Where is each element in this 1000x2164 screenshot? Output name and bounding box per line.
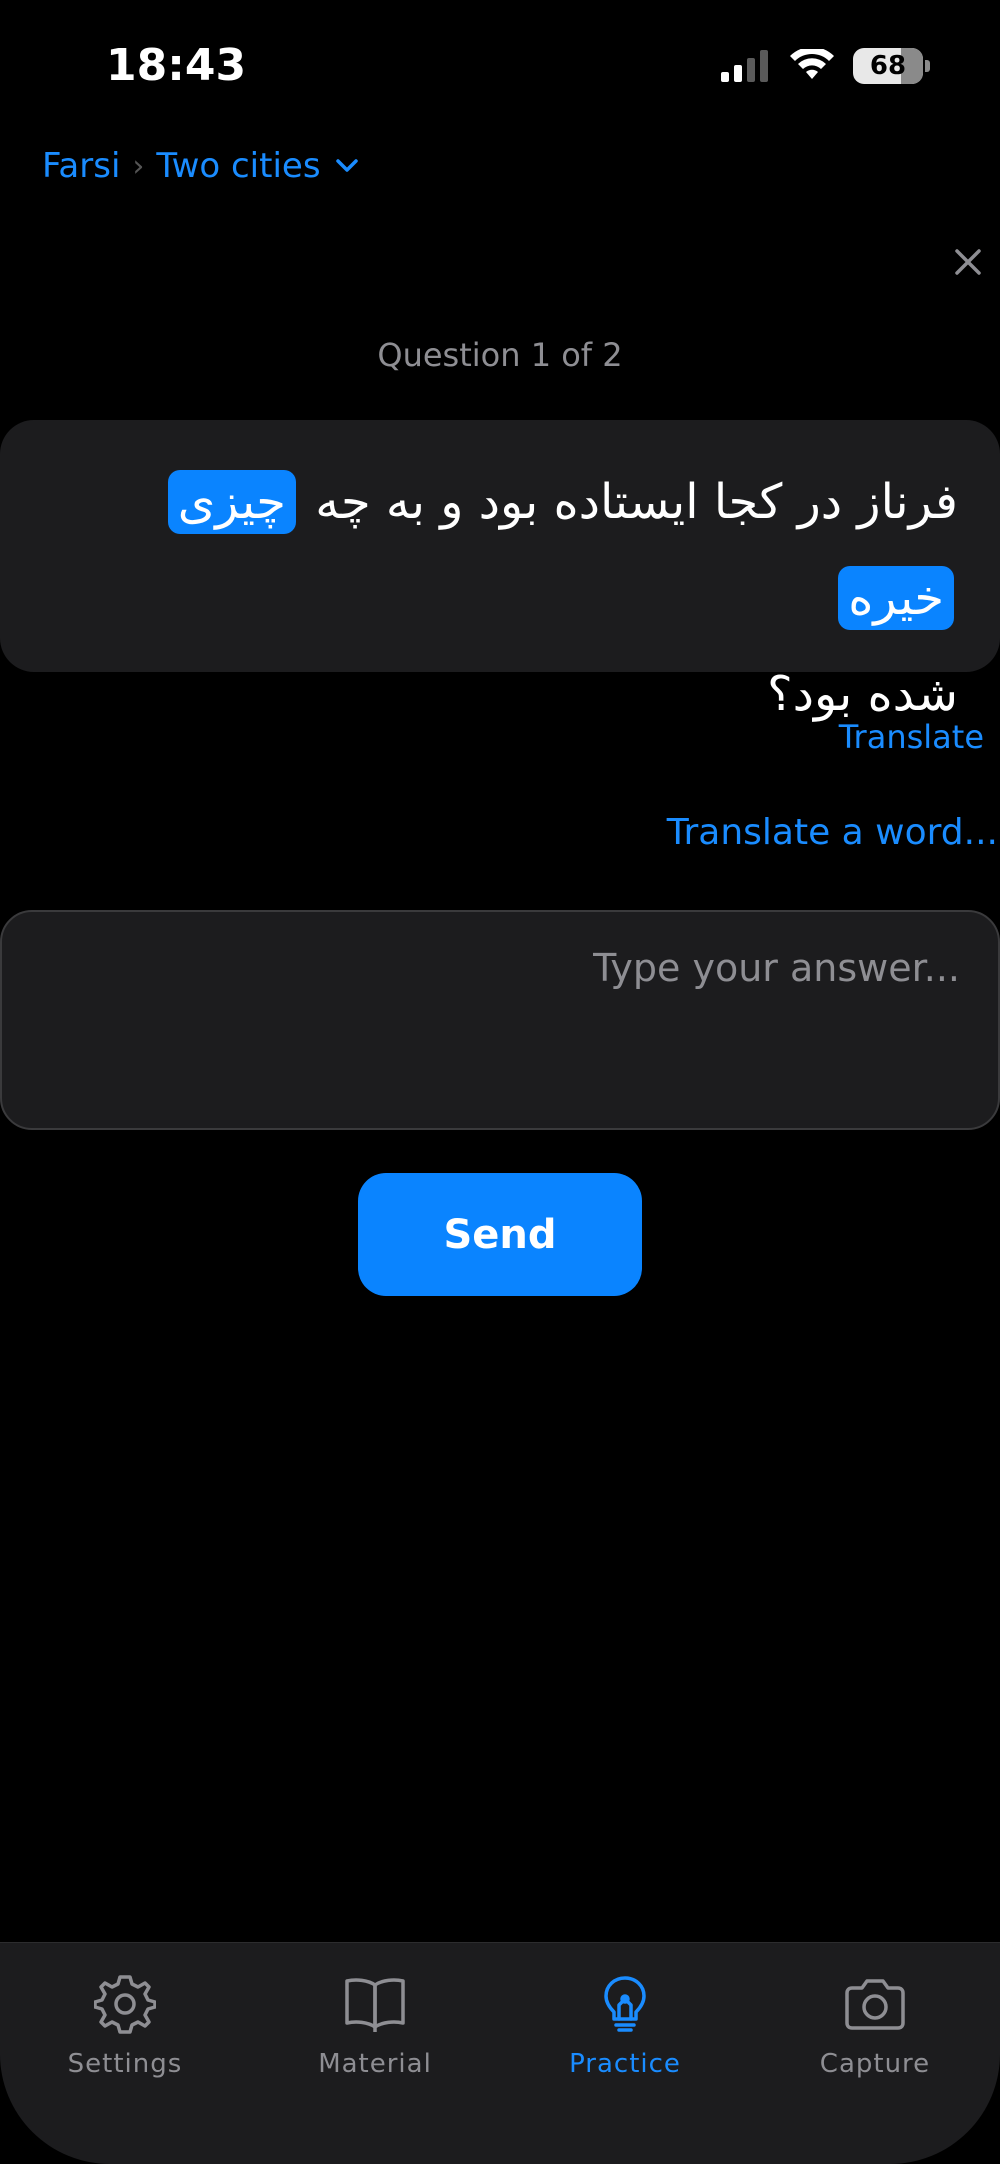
gear-icon [94, 1975, 156, 2034]
book-icon [345, 1978, 405, 2032]
tab-settings-label: Settings [67, 2049, 183, 2079]
tab-material[interactable]: Material [250, 1943, 500, 2164]
tab-practice[interactable]: Practice [500, 1943, 750, 2164]
battery-level: 68 [869, 51, 907, 81]
breadcrumb-separator: › [132, 148, 145, 184]
question-text: فرناز در کجا ایستاده بود و به چه چیزی خی… [42, 454, 958, 646]
cellular-signal-icon [721, 50, 768, 82]
question-counter: Question 1 of 2 [377, 336, 623, 374]
breadcrumb: Farsi › Two cities [42, 146, 359, 186]
chevron-down-icon[interactable] [335, 158, 359, 174]
breadcrumb-lesson[interactable]: Two cities [156, 146, 320, 186]
highlighted-word-khire[interactable]: خیره [838, 566, 954, 630]
status-time: 18:43 [106, 40, 247, 91]
camera-icon [845, 1979, 905, 2030]
tab-bar: Settings Material Practice Capture [0, 1942, 1000, 2164]
tab-material-label: Material [318, 2049, 432, 2079]
question-card: فرناز در کجا ایستاده بود و به چه چیزی خی… [0, 420, 1000, 722]
tab-capture-label: Capture [819, 2049, 931, 2079]
tab-capture[interactable]: Capture [750, 1943, 1000, 2164]
tab-practice-label: Practice [569, 2049, 681, 2079]
battery-icon: 68 [853, 48, 923, 84]
translate-word-link[interactable]: Translate a word... [667, 812, 998, 853]
status-indicators: 68 [721, 46, 930, 86]
send-button[interactable]: Send [358, 1173, 642, 1296]
tab-settings[interactable]: Settings [0, 1943, 250, 2164]
translate-link[interactable]: Translate [839, 718, 984, 756]
answer-box [0, 910, 1000, 1130]
answer-input[interactable] [2, 912, 998, 1128]
highlighted-word-chizi[interactable]: چیزی [167, 470, 296, 534]
breadcrumb-language[interactable]: Farsi [42, 146, 120, 186]
wifi-icon [790, 49, 834, 79]
app-screen: 18:43 68 Farsi › Two cities Question 1 o… [0, 0, 1000, 2164]
question-text-part1: فرناز در کجا ایستاده بود و به چه [315, 474, 958, 530]
close-button[interactable] [950, 244, 986, 280]
question-text-line2: شده بود؟ [767, 666, 958, 722]
close-icon [955, 249, 981, 275]
lightbulb-icon [604, 1976, 646, 2032]
battery-tip [925, 60, 930, 72]
